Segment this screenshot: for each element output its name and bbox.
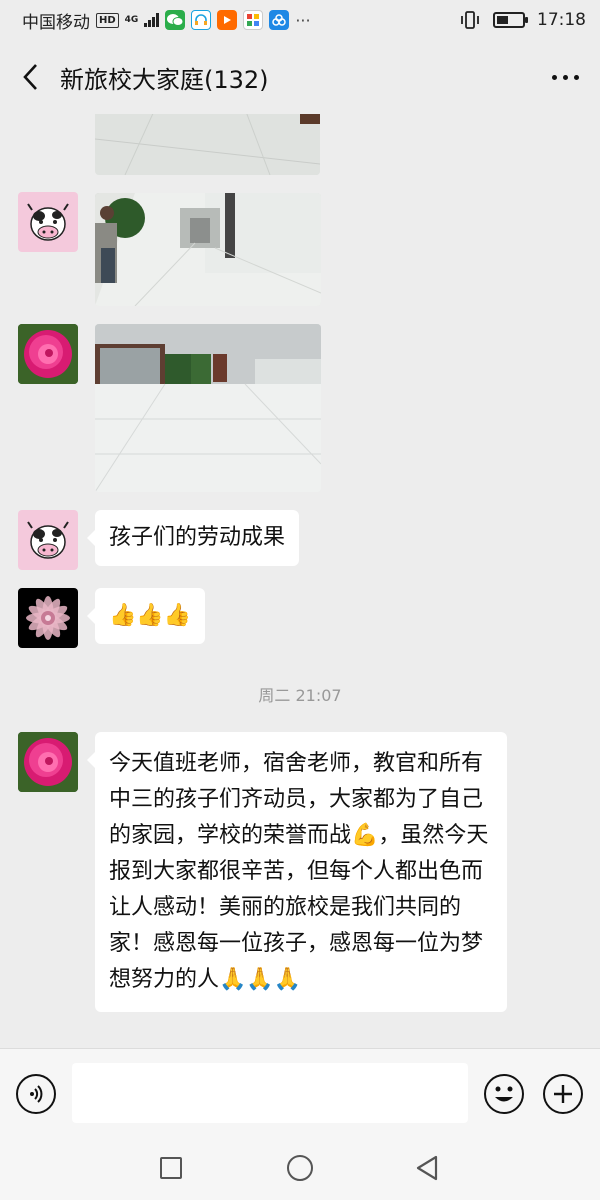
peony-avatar[interactable] <box>18 324 78 384</box>
recent-apps-button[interactable] <box>160 1157 182 1179</box>
cow-icon <box>27 521 69 559</box>
chat-area[interactable]: 孩子们的劳动成果 👍👍👍 周二 21:07 今天值班老师，宿舍老师，教官和所有中… <box>0 114 600 1048</box>
status-right: 17:18 <box>459 10 586 30</box>
mandala-avatar[interactable] <box>18 588 78 648</box>
message-input[interactable] <box>72 1063 468 1123</box>
thumbs-up-icon: 👍👍👍 <box>109 603 192 628</box>
signal-icon <box>144 13 160 27</box>
peony-avatar[interactable] <box>18 732 78 792</box>
hallway-photo <box>95 114 320 175</box>
carrier-name: 中国移动 <box>22 12 90 33</box>
emoji-message[interactable]: 👍👍👍 <box>86 588 206 644</box>
battery-icon <box>493 12 528 28</box>
plus-icon <box>554 1085 572 1103</box>
status-bar: 中国移动 HD 4G ··· 17:18 <box>0 0 600 40</box>
more-dot-icon <box>562 74 568 80</box>
wechat-icon <box>165 10 186 30</box>
system-nav-bar <box>0 1136 600 1200</box>
cow-icon <box>27 203 69 241</box>
more-dot-icon <box>573 74 579 80</box>
chat-header: 新旅校大家庭(132) <box>0 40 600 114</box>
status-left: 中国移动 HD 4G ··· <box>22 8 311 33</box>
battery-level <box>497 16 508 24</box>
system-back-button[interactable] <box>414 1154 442 1182</box>
voice-icon <box>30 1085 43 1103</box>
status-overflow-icon: ··· <box>295 10 311 30</box>
network-type: 4G <box>124 14 139 25</box>
message-timestamp: 周二 21:07 <box>258 686 342 705</box>
back-button[interactable] <box>0 40 60 114</box>
image-message[interactable] <box>95 193 321 306</box>
mandala-icon <box>26 596 70 640</box>
video-app-icon <box>217 10 238 30</box>
room-photo <box>95 324 321 492</box>
image-message[interactable] <box>95 114 320 175</box>
smiley-icon <box>495 1086 513 1102</box>
home-button[interactable] <box>287 1155 313 1181</box>
map-app-icon <box>269 10 290 30</box>
cow-avatar[interactable] <box>18 510 78 570</box>
more-functions-button[interactable] <box>543 1074 583 1114</box>
status-time: 17:18 <box>537 10 586 30</box>
emoji-button[interactable] <box>484 1074 524 1114</box>
text-message[interactable]: 今天值班老师，宿舍老师，教官和所有中三的孩子们齐动员，大家都为了自己的家园，学校… <box>87 732 507 1012</box>
hallway-person-photo <box>95 193 321 306</box>
image-message[interactable] <box>95 324 321 492</box>
peony-icon <box>18 732 78 792</box>
taobao-app-icon <box>243 10 264 30</box>
hd-badge: HD <box>96 12 119 28</box>
triangle-back-icon <box>416 1155 438 1181</box>
more-options-button[interactable] <box>530 40 600 114</box>
cow-avatar[interactable] <box>18 192 78 252</box>
peony-icon <box>18 324 78 384</box>
vibrate-icon <box>459 10 481 30</box>
text-message[interactable]: 孩子们的劳动成果 <box>86 510 300 566</box>
headset-app-icon <box>191 10 212 30</box>
chevron-left-icon <box>23 64 37 90</box>
input-bar <box>0 1048 600 1136</box>
more-dot-icon <box>551 74 557 80</box>
voice-input-button[interactable] <box>16 1074 56 1114</box>
chat-title: 新旅校大家庭(132) <box>60 65 269 94</box>
